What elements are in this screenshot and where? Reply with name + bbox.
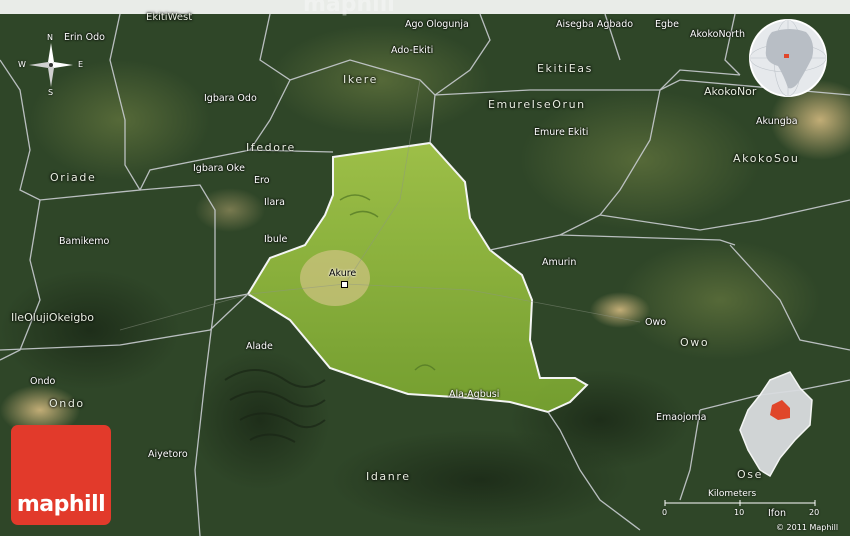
globe-inset-icon bbox=[749, 19, 827, 97]
scale-tick: 10 bbox=[734, 508, 745, 517]
town-label[interactable]: Ilara bbox=[264, 197, 285, 208]
town-label[interactable]: Amurin bbox=[542, 257, 576, 268]
town-label[interactable]: Ifon bbox=[768, 508, 786, 519]
maphill-logo[interactable]: maphill bbox=[11, 425, 111, 525]
copyright-text: © 2011 Maphill bbox=[776, 523, 839, 532]
town-label[interactable]: Igbara Oke bbox=[193, 163, 245, 174]
satellite-terrain bbox=[0, 0, 850, 536]
region-label[interactable]: AkokoNor bbox=[704, 85, 756, 98]
region-label[interactable]: EkitiEas bbox=[537, 62, 593, 75]
town-label[interactable]: Akungba bbox=[756, 116, 798, 127]
town-label[interactable]: Alade bbox=[246, 341, 273, 352]
town-label[interactable]: Erin Odo bbox=[64, 32, 105, 43]
town-label[interactable]: Ala-Agbusi bbox=[449, 389, 499, 400]
town-label[interactable]: Emaojoma bbox=[656, 412, 706, 423]
watermark-text: maphill bbox=[303, 0, 395, 17]
scale-tick: 0 bbox=[662, 508, 668, 517]
region-label[interactable]: Ifedore bbox=[246, 141, 296, 154]
town-label[interactable]: Bamikemo bbox=[59, 236, 109, 247]
region-label[interactable]: Ose bbox=[737, 468, 763, 481]
compass-s: S bbox=[48, 88, 54, 97]
town-label[interactable]: Ondo bbox=[30, 376, 55, 387]
region-label[interactable]: Oriade bbox=[50, 171, 96, 184]
compass-e: E bbox=[78, 60, 84, 69]
town-label[interactable]: AkokoNorth bbox=[690, 29, 745, 40]
town-label[interactable]: Aisegba Agbado bbox=[556, 19, 633, 30]
region-label[interactable]: EmureIseOrun bbox=[488, 98, 586, 111]
compass-n: N bbox=[47, 33, 53, 42]
maphill-logo-text: maphill bbox=[16, 492, 106, 517]
town-label[interactable]: Ado-Ekiti bbox=[391, 45, 433, 56]
region-label[interactable]: Ondo bbox=[49, 397, 85, 410]
town-label[interactable]: Owo bbox=[645, 317, 666, 328]
scale-tick: 20 bbox=[809, 508, 820, 517]
town-label[interactable]: Igbara Odo bbox=[204, 93, 257, 104]
town-label[interactable]: Emure Ekiti bbox=[534, 127, 588, 138]
map-view[interactable]: maphill N S W E EkitiWest Ikere EkitiEas… bbox=[0, 0, 850, 536]
town-label[interactable]: Egbe bbox=[655, 19, 679, 30]
region-label[interactable]: Owo bbox=[680, 336, 709, 349]
region-label[interactable]: AkokoSou bbox=[733, 152, 799, 165]
town-label[interactable]: Aiyetoro bbox=[148, 449, 188, 460]
town-label[interactable]: Ibule bbox=[264, 234, 287, 245]
capital-marker-icon bbox=[341, 281, 348, 288]
town-label[interactable]: Ero bbox=[254, 175, 270, 186]
compass-w: W bbox=[18, 60, 26, 69]
region-label[interactable]: Idanre bbox=[366, 470, 411, 483]
town-label[interactable]: Ago Ologunja bbox=[405, 19, 469, 30]
region-label[interactable]: Ikere bbox=[343, 73, 378, 86]
region-label[interactable]: IleOlujiOkeigbo bbox=[11, 311, 94, 324]
town-label-akure[interactable]: Akure bbox=[329, 268, 356, 279]
region-label[interactable]: EkitiWest bbox=[146, 12, 192, 23]
scale-bar-title: Kilometers bbox=[708, 489, 757, 499]
